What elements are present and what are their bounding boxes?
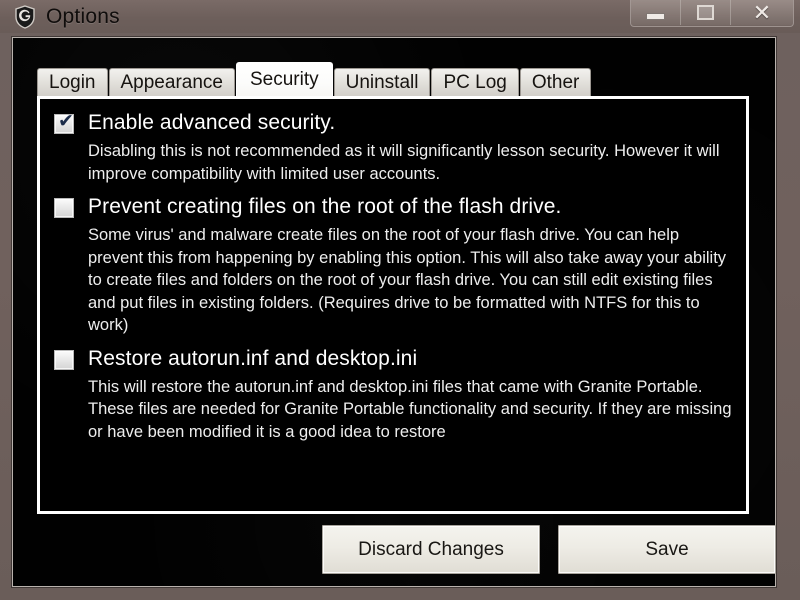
minimize-icon — [646, 13, 665, 20]
tab-security-label: Security — [249, 68, 319, 90]
checkbox-prevent-creating-files-on-root[interactable] — [54, 198, 74, 218]
option-prevent-creating-files-on-root: Prevent creating files on the root of th… — [54, 192, 732, 337]
tab-other-label: Other — [531, 71, 580, 93]
minimize-button[interactable] — [631, 0, 681, 25]
discard-changes-button[interactable]: Discard Changes — [322, 525, 540, 574]
save-label: Save — [645, 538, 689, 560]
tab-pc-log-label: PC Log — [443, 71, 507, 93]
option-label-enable-advanced-security: Enable advanced security. — [88, 111, 336, 134]
tab-strip: Login Appearance Security Uninstall PC L… — [37, 62, 592, 96]
option-header[interactable]: Prevent creating files on the root of th… — [54, 192, 732, 222]
tab-uninstall-label: Uninstall — [345, 71, 419, 93]
option-description-restore-autorun-desktop-ini: This will restore the autorun.inf and de… — [88, 377, 732, 441]
tab-appearance[interactable]: Appearance — [108, 68, 235, 96]
granite-shield-icon — [14, 4, 36, 29]
option-enable-advanced-security: ✔ Enable advanced security. Disabling th… — [54, 108, 732, 185]
title-bar-left: Options — [14, 2, 120, 31]
title-bar[interactable]: Options ✕ — [0, 0, 800, 33]
option-label-prevent-creating-files-on-root: Prevent creating files on the root of th… — [88, 195, 562, 218]
tab-uninstall[interactable]: Uninstall — [333, 68, 431, 96]
window-controls: ✕ — [630, 0, 794, 27]
client-area: Login Appearance Security Uninstall PC L… — [12, 37, 776, 587]
tab-appearance-label: Appearance — [120, 71, 223, 93]
maximize-button[interactable] — [681, 0, 731, 25]
tab-login-label: Login — [49, 71, 96, 93]
checkmark-icon: ✔ — [58, 110, 74, 132]
option-description-prevent-creating-files-on-root: Some virus' and malware create files on … — [88, 226, 727, 334]
option-header[interactable]: Restore autorun.inf and desktop.ini — [54, 344, 732, 374]
security-options-list: ✔ Enable advanced security. Disabling th… — [40, 99, 746, 450]
save-button[interactable]: Save — [558, 525, 776, 574]
tab-other[interactable]: Other — [519, 68, 592, 96]
option-header[interactable]: ✔ Enable advanced security. — [54, 108, 732, 138]
option-label-restore-autorun-desktop-ini: Restore autorun.inf and desktop.ini — [88, 346, 418, 370]
tab-security[interactable]: Security — [235, 62, 333, 96]
window-title: Options — [46, 4, 120, 28]
option-restore-autorun-desktop-ini: Restore autorun.inf and desktop.ini This… — [54, 344, 732, 444]
options-window: Options ✕ Login Appearance Security Unin… — [0, 0, 800, 600]
option-description-enable-advanced-security: Disabling this is not recommended as it … — [88, 142, 720, 183]
close-button[interactable]: ✕ — [731, 0, 793, 25]
security-tab-panel: ✔ Enable advanced security. Disabling th… — [37, 96, 749, 514]
checkbox-enable-advanced-security[interactable]: ✔ — [54, 110, 74, 134]
checkbox-restore-autorun-desktop-ini[interactable] — [54, 349, 74, 370]
tab-login[interactable]: Login — [37, 68, 108, 96]
maximize-icon — [697, 5, 714, 20]
dialog-button-bar: Discard Changes Save — [13, 525, 776, 583]
tab-pc-log[interactable]: PC Log — [431, 68, 519, 96]
discard-changes-label: Discard Changes — [358, 538, 504, 560]
close-icon: ✕ — [752, 0, 772, 25]
